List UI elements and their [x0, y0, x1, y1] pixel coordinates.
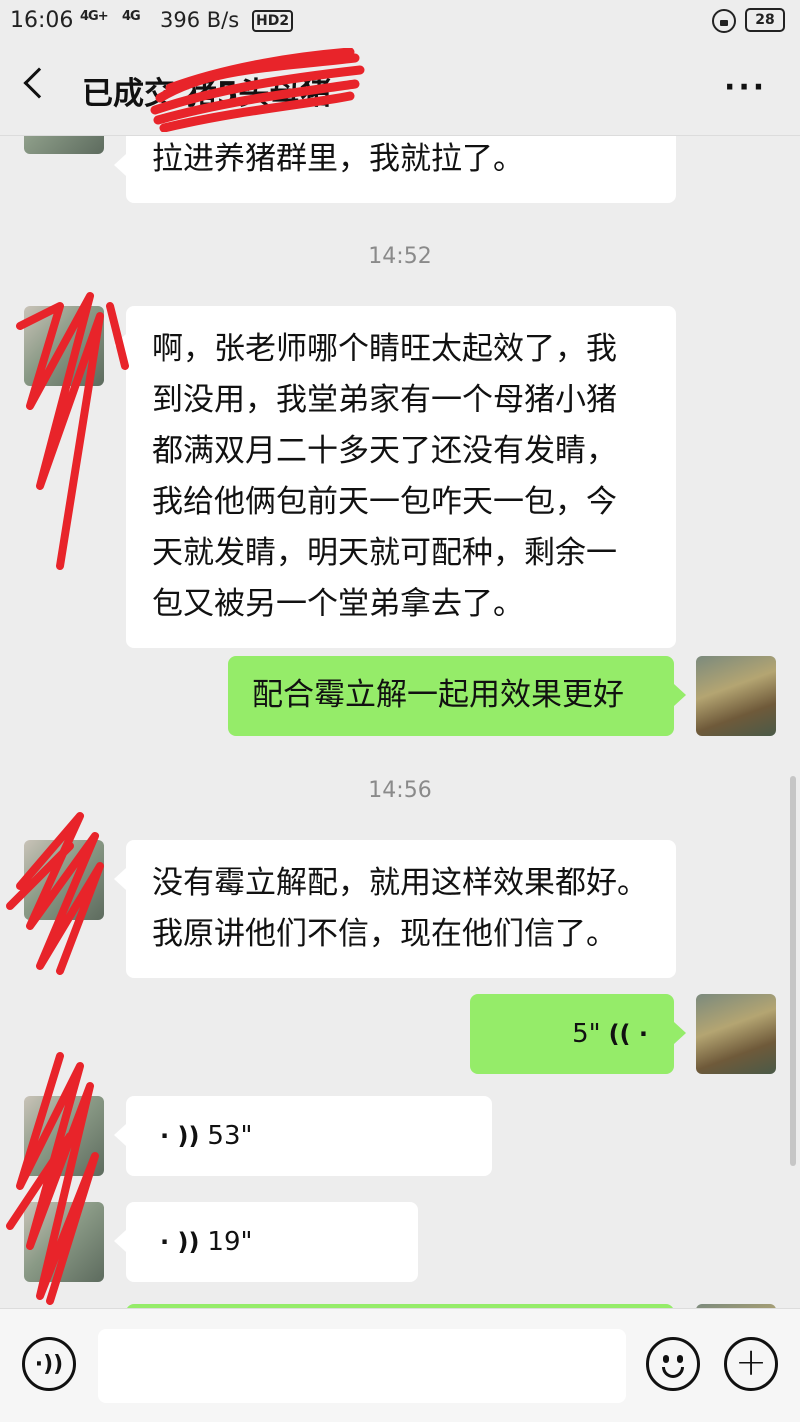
avatar-contact[interactable] [24, 840, 104, 920]
avatar-contact[interactable] [24, 306, 104, 386]
network-speed: 396 B/s [160, 8, 240, 32]
hd-icon: HD2 [252, 10, 294, 32]
lock-icon [712, 9, 736, 33]
avatar-self[interactable] [696, 994, 776, 1074]
voice-duration: 5" [572, 1018, 601, 1049]
message-line: 啊，张老师哪个睛旺太起效了，我 [152, 331, 617, 367]
message-line: 到没用，我堂弟家有一个母猪小猪 [152, 382, 617, 418]
message-line: 没有霉立解配，就用这样效果都好。 [152, 865, 648, 901]
message-line: 我给他俩包前天一包咋天一包，今 [152, 484, 617, 520]
signal-icon-2: 4G [122, 9, 141, 24]
redaction-scribble [150, 48, 365, 132]
chat-area[interactable]: 拉进养猪群里，我就拉了。 14:52 啊，张老师哪个睛旺太起效了，我 到没用，我… [0, 136, 800, 1308]
emoji-icon[interactable] [646, 1337, 700, 1391]
timestamp: 14:52 [368, 244, 432, 269]
message-bubble-received[interactable]: 没有霉立解配，就用这样效果都好。 我原讲他们不信，现在他们信了。 [114, 840, 676, 978]
scrollbar[interactable] [790, 776, 796, 1166]
chat-header: 已成交 猪5头母猪 ··· [0, 44, 800, 136]
message-bubble-received[interactable]: 拉进养猪群里，我就拉了。 [114, 136, 676, 203]
voice-message-received[interactable]: · )) 53" [114, 1096, 492, 1176]
back-arrow-icon[interactable] [23, 67, 55, 99]
plus-icon[interactable]: + [724, 1337, 778, 1391]
voice-input-icon[interactable]: ·)) [22, 1337, 76, 1391]
voice-duration: 19" [207, 1226, 253, 1257]
message-line: 我原讲他们不信，现在他们信了。 [152, 916, 617, 952]
voice-wave-icon: · )) [160, 1227, 200, 1256]
message-line: 天就发睛，明天就可配种，剩余一 [152, 535, 617, 571]
input-bar: ·)) + [0, 1308, 800, 1422]
message-line: 包又被另一个堂弟拿去了。 [152, 586, 524, 622]
avatar-contact[interactable] [24, 136, 104, 154]
voice-message-received[interactable]: · )) 19" [114, 1202, 418, 1282]
voice-duration: 53" [207, 1120, 253, 1151]
status-bar: 16:06 4G+ 4G 396 B/s HD2 28 [0, 0, 800, 44]
message-bubble-received[interactable]: 啊，张老师哪个睛旺太起效了，我 到没用，我堂弟家有一个母猪小猪 都满双月二十多天… [114, 306, 676, 648]
message-line: 都满双月二十多天了还没有发睛， [152, 433, 617, 469]
message-input[interactable] [98, 1329, 626, 1403]
timestamp: 14:56 [368, 778, 432, 803]
battery-icon: 28 [745, 8, 785, 32]
voice-wave-icon: · )) [160, 1121, 200, 1150]
voice-message-sent[interactable]: 5" (( · [470, 994, 686, 1074]
avatar-self[interactable] [696, 656, 776, 736]
message-text: 配合霉立解一起用效果更好 [252, 677, 624, 713]
voice-wave-icon: (( · [608, 1019, 648, 1048]
status-time: 16:06 [10, 8, 74, 33]
message-bubble-sent[interactable]: 配合霉立解一起用效果更好 [228, 656, 686, 736]
avatar-contact[interactable] [24, 1096, 104, 1176]
signal-icon: 4G+ [80, 9, 109, 24]
avatar-contact[interactable] [24, 1202, 104, 1282]
more-icon[interactable]: ··· [724, 70, 767, 105]
message-text: 拉进养猪群里，我就拉了。 [152, 141, 524, 177]
